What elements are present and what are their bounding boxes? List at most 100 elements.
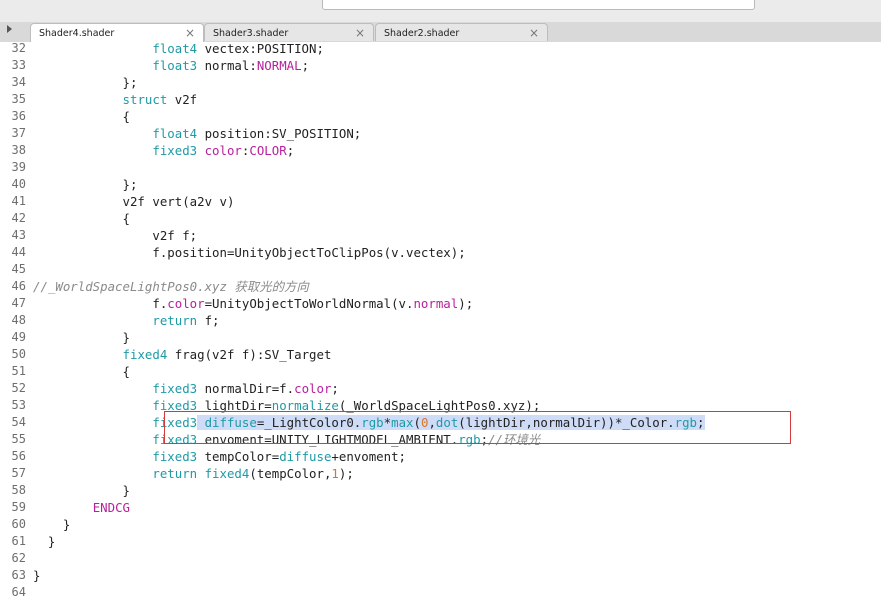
code-token: color <box>204 143 242 158</box>
code-line[interactable]: 54 fixed3 diffuse=_LightColor0.rgb*max(0… <box>0 414 881 431</box>
line-number: 53 <box>11 398 26 412</box>
code-token: COLOR <box>249 143 287 158</box>
code-token: ; <box>286 143 295 158</box>
tab-scroll-arrow-icon[interactable] <box>7 25 12 33</box>
code-line[interactable]: 41 v2f vert(a2v v) <box>0 193 881 210</box>
code-line[interactable]: 40 }; <box>0 176 881 193</box>
code-line[interactable]: 60 } <box>0 516 881 533</box>
code-editor[interactable]: 32 float4 vectex:POSITION; 33 float3 norm… <box>0 40 881 607</box>
tab-label: Shader2.shader <box>384 28 460 39</box>
code-token: diffuse <box>204 415 257 430</box>
code-line[interactable]: 34 }; <box>0 74 881 91</box>
line-number: 58 <box>11 483 26 497</box>
code-token: dot <box>435 415 459 430</box>
code-line[interactable]: 61 } <box>0 533 881 550</box>
line-number: 55 <box>11 432 26 446</box>
code-line[interactable]: 52 fixed3 normalDir=f.color; <box>0 380 881 397</box>
code-line[interactable]: 43 v2f f; <box>0 227 881 244</box>
code-text: } <box>33 567 40 584</box>
code-text: float4 position:SV_POSITION; <box>33 125 361 142</box>
code-line[interactable]: 35 struct v2f <box>0 91 881 108</box>
line-number: 63 <box>11 568 26 582</box>
code-text: } <box>33 533 55 550</box>
code-token: float3 <box>152 58 198 73</box>
code-token: //_WorldSpaceLightPos0.xyz 获取光的方向 <box>33 279 309 294</box>
code-line[interactable]: 57 return fixed4(tempColor,1); <box>0 465 881 482</box>
code-token: //环境光 <box>488 432 541 447</box>
line-number: 57 <box>11 466 26 480</box>
code-line[interactable]: 63} <box>0 567 881 584</box>
top-toolbar <box>0 0 881 22</box>
code-token: ; <box>697 415 705 430</box>
code-token: float4 <box>33 41 205 56</box>
code-token: { <box>33 364 130 379</box>
code-token: fixed3 <box>152 415 198 430</box>
code-line[interactable]: 55 fixed3 envoment=UNITY_LIGHTMODEL_AMBI… <box>0 431 881 448</box>
close-icon[interactable]: × <box>355 26 365 40</box>
code-token: fixed4 <box>204 466 250 481</box>
line-number: 50 <box>11 347 26 361</box>
line-number: 39 <box>11 160 26 174</box>
line-number: 36 <box>11 109 26 123</box>
code-text: return f; <box>33 312 219 329</box>
code-line[interactable]: 62 <box>0 550 881 567</box>
code-line[interactable]: 39 <box>0 159 881 176</box>
code-line[interactable]: 59 ENDCG <box>0 499 881 516</box>
tab-label: Shader3.shader <box>213 28 289 39</box>
line-number: 60 <box>11 517 26 531</box>
line-number: 64 <box>11 585 26 599</box>
code-text: return fixed4(tempColor,1); <box>33 465 353 482</box>
code-line[interactable]: 51 { <box>0 363 881 380</box>
code-token: }; <box>33 177 138 192</box>
line-number: 42 <box>11 211 26 225</box>
code-token: } <box>33 568 41 583</box>
code-token: } <box>33 330 130 345</box>
code-token: rgb <box>361 415 384 430</box>
code-line[interactable]: 44 f.position=UnityObjectToClipPos(v.vec… <box>0 244 881 261</box>
code-line[interactable]: 47 f.color=UnityObjectToWorldNormal(v.no… <box>0 295 881 312</box>
code-line[interactable]: 53 fixed3 lightDir=normalize(_WorldSpace… <box>0 397 881 414</box>
code-line[interactable]: 46 //_WorldSpaceLightPos0.xyz 获取光的方向 <box>0 278 881 295</box>
tab-shader3[interactable]: Shader3.shader × <box>204 23 374 41</box>
code-text: float3 normal:NORMAL; <box>33 57 309 74</box>
code-line[interactable]: 36 { <box>0 108 881 125</box>
code-line[interactable]: 49 } <box>0 329 881 346</box>
code-line[interactable]: 50 fixed4 frag(v2f f):SV_Target <box>0 346 881 363</box>
tab-shader2[interactable]: Shader2.shader × <box>375 23 548 41</box>
line-number: 59 <box>11 500 26 514</box>
code-token: ( <box>413 415 421 430</box>
search-input[interactable] <box>322 0 755 10</box>
code-line[interactable]: 37 float4 position:SV_POSITION; <box>0 125 881 142</box>
code-text: fixed3 envoment=UNITY_LIGHTMODEL_AMBIENT… <box>33 431 540 448</box>
code-token <box>197 415 205 430</box>
code-token: ); <box>458 296 474 311</box>
code-text: float4 vectex:POSITION; <box>33 40 324 57</box>
close-icon[interactable]: × <box>185 26 195 40</box>
code-line[interactable]: 64 <box>0 584 881 601</box>
code-line[interactable]: 56 fixed3 tempColor=diffuse+envoment; <box>0 448 881 465</box>
code-token: , <box>428 415 436 430</box>
code-token: }; <box>33 75 138 90</box>
code-line[interactable]: 42 { <box>0 210 881 227</box>
line-number: 61 <box>11 534 26 548</box>
code-token: * <box>383 415 392 430</box>
code-line[interactable]: 38 fixed3 color:COLOR; <box>0 142 881 159</box>
line-number: 46 <box>11 279 26 293</box>
code-token: rgb <box>458 432 481 447</box>
code-token: fixed3 <box>152 398 198 413</box>
close-icon[interactable]: × <box>529 26 539 40</box>
code-line[interactable]: 58 } <box>0 482 881 499</box>
code-token: max <box>391 415 414 430</box>
code-line[interactable]: 48 return f; <box>0 312 881 329</box>
code-line[interactable]: 32 float4 vectex:POSITION; <box>0 40 881 57</box>
code-line[interactable]: 33 float3 normal:NORMAL; <box>0 57 881 74</box>
code-token: normalize <box>271 398 339 413</box>
code-line[interactable]: 45 <box>0 261 881 278</box>
code-token: rgb <box>674 415 698 430</box>
code-token: f.position=UnityObjectToClipPos(v.vectex… <box>33 245 466 260</box>
